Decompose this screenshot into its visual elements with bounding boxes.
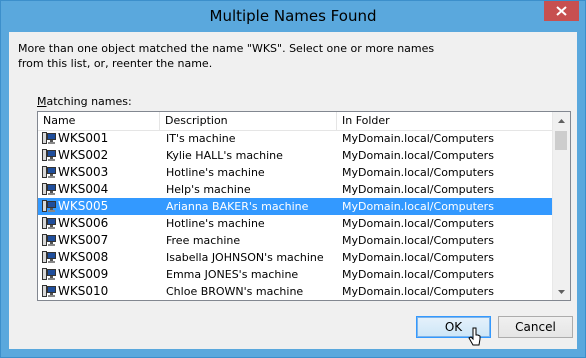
accelerator-key: M	[37, 95, 47, 108]
row-name: WKS007	[58, 233, 109, 247]
row-folder: MyDomain.local/Computers	[342, 234, 494, 247]
list-item[interactable]: WKS009 Emma JONES's machine MyDomain.local…	[38, 266, 553, 283]
row-folder: MyDomain.local/Computers	[342, 268, 494, 281]
row-description: Emma JONES's machine	[166, 268, 299, 281]
row-folder: MyDomain.local/Computers	[342, 217, 494, 230]
row-description: Hotline's machine	[166, 217, 265, 230]
row-description: Kylie HALL's machine	[166, 149, 283, 162]
close-icon	[556, 6, 567, 16]
mouse-cursor-icon	[468, 327, 481, 346]
instruction-line-1: More than one object matched the name "W…	[18, 42, 435, 55]
cancel-button[interactable]: Cancel	[498, 316, 573, 338]
computer-icon	[42, 217, 56, 229]
computer-icon	[42, 234, 56, 246]
row-folder: MyDomain.local/Computers	[342, 166, 494, 179]
computer-icon	[42, 200, 56, 212]
dialog-window: Multiple Names Found More than one objec…	[0, 0, 586, 358]
computer-icon	[42, 251, 56, 263]
vertical-scrollbar[interactable]	[552, 112, 570, 300]
row-name: WKS004	[58, 182, 109, 196]
list-item[interactable]: WKS003 Hotline's machine MyDomain.local/Co…	[38, 164, 553, 181]
row-folder: MyDomain.local/Computers	[342, 285, 494, 298]
list-item[interactable]: WKS005 Arianna BAKER's machine MyDomain.lo…	[38, 198, 553, 215]
column-header-description[interactable]: Description	[160, 112, 337, 130]
row-description: IT's machine	[166, 132, 236, 145]
row-name: WKS010	[58, 284, 109, 298]
row-folder: MyDomain.local/Computers	[342, 149, 494, 162]
instruction-line-2: from this list, or, reenter the name.	[18, 57, 213, 70]
row-description: Chloe BROWN's machine	[166, 285, 304, 298]
row-description: Help's machine	[166, 183, 251, 196]
computer-icon	[42, 132, 56, 144]
row-name: WKS009	[58, 267, 109, 281]
list-item[interactable]: WKS001 IT's machine MyDomain.local/Compute…	[38, 130, 553, 147]
row-name: WKS008	[58, 250, 109, 264]
row-name: WKS005	[58, 199, 109, 213]
list-item[interactable]: WKS007 Free machine MyDomain.local/Compute…	[38, 232, 553, 249]
scroll-down-button[interactable]	[553, 283, 570, 300]
matching-names-label: Matching names:	[37, 95, 132, 108]
row-description: Isabella JOHNSON's machine	[166, 251, 324, 264]
instruction-text: More than one object matched the name "W…	[18, 41, 568, 71]
row-name: WKS002	[58, 148, 109, 162]
row-name: WKS006	[58, 216, 109, 230]
scroll-thumb[interactable]	[555, 131, 567, 150]
matching-names-label-text: atching names:	[46, 95, 132, 108]
column-header-name[interactable]: Name	[38, 112, 160, 130]
row-description: Free machine	[166, 234, 241, 247]
computer-icon	[42, 285, 56, 297]
dialog-body: More than one object matched the name "W…	[9, 32, 577, 349]
computer-icon	[42, 183, 56, 195]
chevron-up-icon	[558, 118, 565, 123]
row-description: Arianna BAKER's machine	[166, 200, 309, 213]
row-name: WKS003	[58, 165, 109, 179]
row-description: Hotline's machine	[166, 166, 265, 179]
list-item[interactable]: WKS002 Kylie HALL's machine MyDomain.local…	[38, 147, 553, 164]
computer-icon	[42, 166, 56, 178]
chevron-down-icon	[558, 289, 565, 294]
column-header-in-folder[interactable]: In Folder	[337, 112, 553, 130]
row-folder: MyDomain.local/Computers	[342, 132, 494, 145]
list-item[interactable]: WKS006 Hotline's machine MyDomain.local/Co…	[38, 215, 553, 232]
list-item[interactable]: WKS004 Help's machine MyDomain.local/Compu…	[38, 181, 553, 198]
close-button[interactable]	[544, 1, 579, 21]
list-item[interactable]: WKS010 Chloe BROWN's machine MyDomain.loca…	[38, 283, 553, 300]
list-rows: WKS001 IT's machine MyDomain.local/Compute…	[38, 130, 553, 300]
matching-names-list[interactable]: Name Description In Folder WKS001 IT's ma…	[37, 111, 571, 301]
computer-icon	[42, 268, 56, 280]
computer-icon	[42, 149, 56, 161]
row-name: WKS001	[58, 131, 109, 145]
row-folder: MyDomain.local/Computers	[342, 183, 494, 196]
dialog-title: Multiple Names Found	[209, 7, 377, 25]
list-item[interactable]: WKS008 Isabella JOHNSON's machine MyDomain…	[38, 249, 553, 266]
row-folder: MyDomain.local/Computers	[342, 200, 494, 213]
title-bar[interactable]: Multiple Names Found	[1, 1, 585, 32]
list-header: Name Description In Folder	[38, 112, 553, 131]
row-folder: MyDomain.local/Computers	[342, 251, 494, 264]
scroll-up-button[interactable]	[553, 112, 570, 129]
